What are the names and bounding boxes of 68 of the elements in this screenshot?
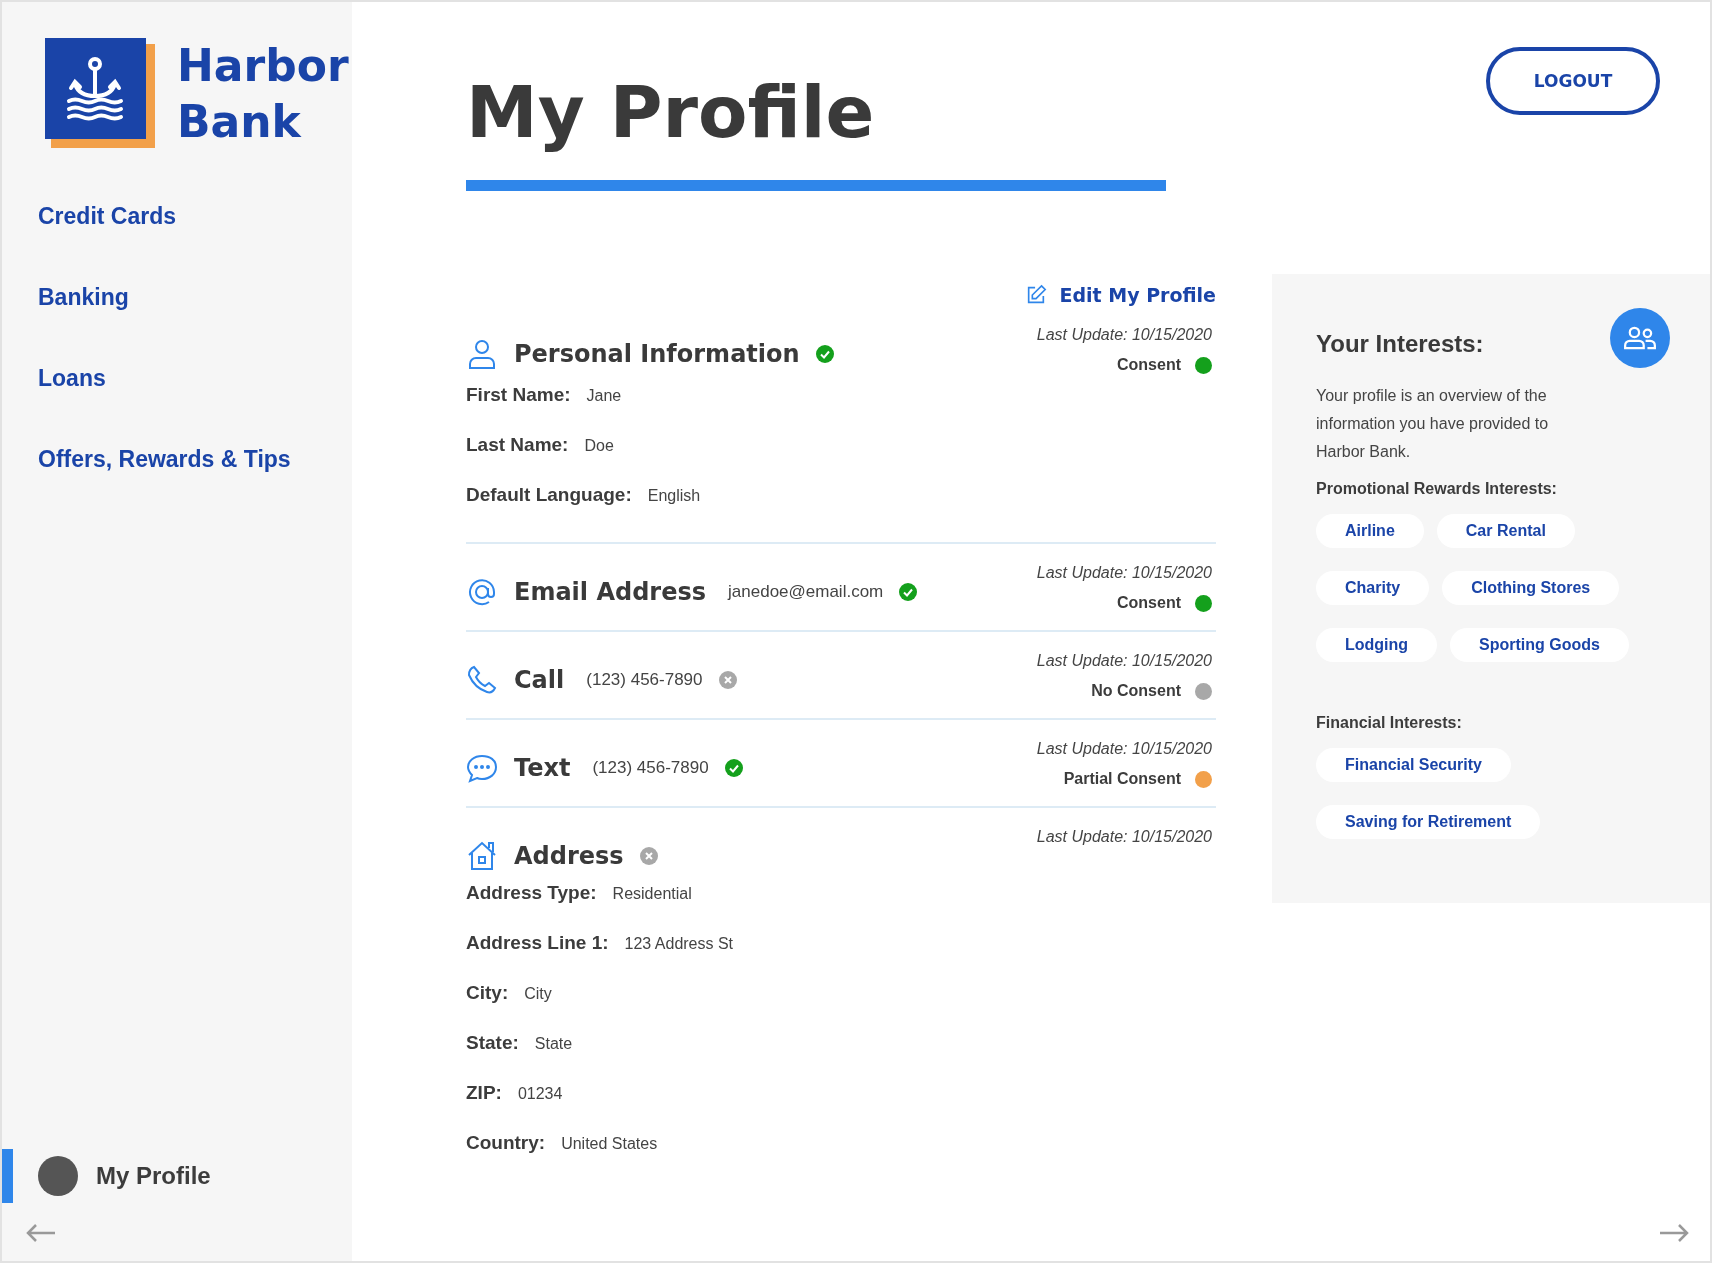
brand-name: Harbor xyxy=(177,39,349,93)
interest-tag: Lodging xyxy=(1316,628,1438,662)
interest-tag: Saving for Retirement xyxy=(1316,805,1541,839)
panel-description: Your profile is an overview of the information you have provided to Harbor Bank. xyxy=(1316,386,1550,462)
chat-bubble-icon xyxy=(466,752,498,784)
interest-tag: Airline xyxy=(1316,514,1424,548)
field-label: Country: xyxy=(466,1132,546,1153)
field-value: English xyxy=(647,486,701,506)
person-icon xyxy=(466,338,498,370)
nav-link[interactable]: Credit Cards xyxy=(38,204,352,229)
section-title: Call xyxy=(514,666,565,694)
field-label: ZIP: xyxy=(466,1082,502,1103)
contact-value: janedoe@email.com xyxy=(728,582,884,602)
section-title: Email Address xyxy=(514,578,707,606)
consent-status: Consent xyxy=(1117,356,1181,374)
field-value: 01234 xyxy=(517,1084,563,1104)
forward-arrow-icon[interactable] xyxy=(1658,1223,1690,1243)
page-title: My Profile xyxy=(466,69,876,156)
back-arrow-icon[interactable] xyxy=(25,1223,57,1243)
last-update-text: Last Update: 10/15/2020 xyxy=(1036,740,1212,758)
field-label: Default Language: xyxy=(466,484,632,505)
field-label: Last Name: xyxy=(466,434,569,455)
last-update-text: Last Update: 10/15/2020 xyxy=(1036,326,1212,344)
last-update-text: Last Update: 10/15/2020 xyxy=(1036,564,1212,582)
interest-tag: Sporting Goods xyxy=(1450,628,1629,662)
consent-status: Partial Consent xyxy=(1063,770,1181,788)
section-title: Address xyxy=(514,842,624,870)
last-update-text: Last Update: 10/15/2020 xyxy=(1036,828,1212,846)
edit-icon xyxy=(1025,284,1048,306)
field-value: Residential xyxy=(612,884,692,904)
phone-icon xyxy=(466,664,498,696)
field-value: Doe xyxy=(584,436,614,456)
interest-tag: Clothing Stores xyxy=(1442,571,1620,605)
at-sign-icon xyxy=(466,576,498,608)
field-value: Jane xyxy=(586,386,622,406)
interest-tag: Car Rental xyxy=(1436,514,1575,548)
field-value: United States xyxy=(561,1134,658,1154)
panel-title: Your Interests: xyxy=(1316,330,1484,358)
contact-value: (123) 456-7890 xyxy=(592,758,709,778)
nav-link[interactable]: Offers, Rewards & Tips xyxy=(38,447,352,472)
field-value: 123 Address St xyxy=(624,934,734,954)
nav-link[interactable]: Loans xyxy=(38,366,352,391)
profile-link[interactable]: My Profile xyxy=(96,1162,211,1190)
interest-group-heading: Promotional Rewards Interests: xyxy=(1316,480,1558,498)
logout-button[interactable]: LOGOUT xyxy=(1486,47,1660,115)
edit-profile-link[interactable]: Edit My Profile xyxy=(1025,284,1216,306)
interest-tag: Financial Security xyxy=(1316,748,1511,782)
anchor-logo-icon xyxy=(45,38,155,148)
field-value: State xyxy=(534,1034,573,1054)
people-icon xyxy=(1610,308,1670,368)
field-label: Address Type: xyxy=(466,882,597,903)
field-label: City: xyxy=(466,982,509,1003)
field-label: Address Line 1: xyxy=(466,932,609,953)
house-icon xyxy=(466,840,498,872)
consent-status: Consent xyxy=(1117,594,1181,612)
avatar xyxy=(38,1156,78,1196)
last-update-text: Last Update: 10/15/2020 xyxy=(1036,652,1212,670)
consent-status: No Consent xyxy=(1091,682,1181,700)
field-label: State: xyxy=(466,1032,519,1053)
contact-value: (123) 456-7890 xyxy=(586,670,703,690)
field-value: City xyxy=(524,984,552,1004)
section-title: Personal Information xyxy=(514,340,800,368)
section-title: Text xyxy=(514,754,571,782)
field-label: First Name: xyxy=(466,384,571,405)
brand-name: Bank xyxy=(177,95,303,149)
interest-tag: Charity xyxy=(1316,571,1430,605)
nav-link[interactable]: Banking xyxy=(38,285,352,310)
interest-group-heading: Financial Interests: xyxy=(1316,714,1463,732)
